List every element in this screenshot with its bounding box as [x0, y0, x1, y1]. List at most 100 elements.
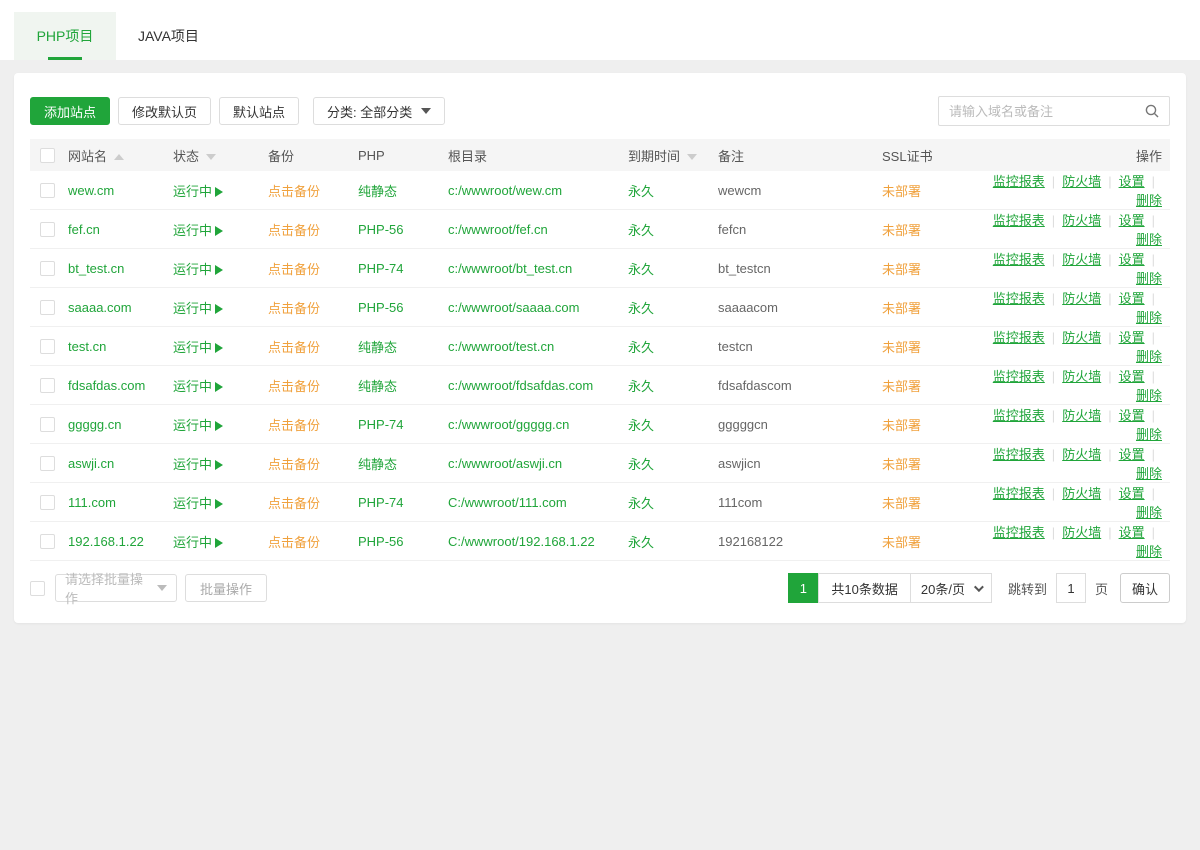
action-link-settings[interactable]: 设置: [1119, 525, 1145, 540]
ssl-status-link[interactable]: 未部署: [882, 184, 921, 199]
bulk-action-select[interactable]: 请选择批量操作: [55, 574, 177, 602]
php-version-link[interactable]: 纯静态: [358, 457, 397, 472]
action-link-delete[interactable]: 删除: [1136, 427, 1162, 442]
expire-time-link[interactable]: 永久: [628, 223, 654, 238]
backup-link[interactable]: 点击备份: [268, 340, 320, 355]
backup-link[interactable]: 点击备份: [268, 184, 320, 199]
action-link-firewall[interactable]: 防火墙: [1062, 525, 1101, 540]
add-site-button[interactable]: 添加站点: [30, 97, 110, 125]
action-link-delete[interactable]: 删除: [1136, 505, 1162, 520]
expire-time-link[interactable]: 永久: [628, 379, 654, 394]
ssl-status-link[interactable]: 未部署: [882, 418, 921, 433]
site-name-link[interactable]: saaaa.com: [68, 300, 132, 315]
ssl-status-link[interactable]: 未部署: [882, 223, 921, 238]
action-link-delete[interactable]: 删除: [1136, 544, 1162, 559]
php-version-link[interactable]: PHP-74: [358, 417, 404, 432]
php-version-link[interactable]: PHP-56: [358, 222, 404, 237]
tab-java-project[interactable]: JAVA项目: [116, 12, 221, 60]
action-link-settings[interactable]: 设置: [1119, 330, 1145, 345]
php-version-link[interactable]: PHP-74: [358, 495, 404, 510]
row-checkbox[interactable]: [40, 417, 55, 432]
site-status-running[interactable]: 运行中: [173, 340, 223, 355]
action-link-firewall[interactable]: 防火墙: [1062, 252, 1101, 267]
expire-time-link[interactable]: 永久: [628, 457, 654, 472]
site-name-link[interactable]: aswji.cn: [68, 456, 114, 471]
site-status-running[interactable]: 运行中: [173, 496, 223, 511]
site-status-running[interactable]: 运行中: [173, 223, 223, 238]
row-checkbox[interactable]: [40, 378, 55, 393]
site-name-link[interactable]: 111.com: [68, 495, 116, 510]
action-link-monitor-report[interactable]: 监控报表: [993, 174, 1045, 189]
modify-default-page-button[interactable]: 修改默认页: [118, 97, 211, 125]
action-link-delete[interactable]: 删除: [1136, 271, 1162, 286]
site-name-link[interactable]: fdsafdas.com: [68, 378, 145, 393]
action-link-settings[interactable]: 设置: [1119, 447, 1145, 462]
site-status-running[interactable]: 运行中: [173, 184, 223, 199]
remark-text[interactable]: aswjicn: [718, 456, 761, 471]
ssl-status-link[interactable]: 未部署: [882, 535, 921, 550]
backup-link[interactable]: 点击备份: [268, 262, 320, 277]
action-link-monitor-report[interactable]: 监控报表: [993, 252, 1045, 267]
action-link-settings[interactable]: 设置: [1119, 174, 1145, 189]
backup-link[interactable]: 点击备份: [268, 496, 320, 511]
action-link-monitor-report[interactable]: 监控报表: [993, 291, 1045, 306]
ssl-status-link[interactable]: 未部署: [882, 379, 921, 394]
default-site-button[interactable]: 默认站点: [219, 97, 299, 125]
action-link-monitor-report[interactable]: 监控报表: [993, 525, 1045, 540]
backup-link[interactable]: 点击备份: [268, 379, 320, 394]
site-status-running[interactable]: 运行中: [173, 418, 223, 433]
action-link-settings[interactable]: 设置: [1119, 213, 1145, 228]
remark-text[interactable]: 111com: [718, 495, 762, 510]
root-dir-link[interactable]: c:/wwwroot/ggggg.cn: [448, 417, 569, 432]
expire-time-link[interactable]: 永久: [628, 418, 654, 433]
ssl-status-link[interactable]: 未部署: [882, 496, 921, 511]
action-link-delete[interactable]: 删除: [1136, 310, 1162, 325]
action-link-delete[interactable]: 删除: [1136, 193, 1162, 208]
jump-page-input[interactable]: [1056, 573, 1086, 603]
category-filter-dropdown[interactable]: 分类: 全部分类: [313, 97, 445, 125]
ssl-status-link[interactable]: 未部署: [882, 340, 921, 355]
header-site-name[interactable]: 网站名: [62, 139, 167, 171]
row-checkbox[interactable]: [40, 339, 55, 354]
remark-text[interactable]: fdsafdascom: [718, 378, 792, 393]
ssl-status-link[interactable]: 未部署: [882, 457, 921, 472]
row-checkbox[interactable]: [40, 495, 55, 510]
backup-link[interactable]: 点击备份: [268, 301, 320, 316]
action-link-firewall[interactable]: 防火墙: [1062, 213, 1101, 228]
site-status-running[interactable]: 运行中: [173, 262, 223, 277]
remark-text[interactable]: testcn: [718, 339, 753, 354]
php-version-link[interactable]: 纯静态: [358, 340, 397, 355]
site-name-link[interactable]: ggggg.cn: [68, 417, 122, 432]
root-dir-link[interactable]: C:/wwwroot/192.168.1.22: [448, 534, 595, 549]
site-status-running[interactable]: 运行中: [173, 301, 223, 316]
action-link-monitor-report[interactable]: 监控报表: [993, 213, 1045, 228]
tab-php-project[interactable]: PHP项目: [14, 12, 116, 60]
site-name-link[interactable]: fef.cn: [68, 222, 100, 237]
remark-text[interactable]: 192168122: [718, 534, 783, 549]
action-link-monitor-report[interactable]: 监控报表: [993, 408, 1045, 423]
php-version-link[interactable]: PHP-56: [358, 534, 404, 549]
remark-text[interactable]: bt_testcn: [718, 261, 771, 276]
action-link-firewall[interactable]: 防火墙: [1062, 174, 1101, 189]
row-checkbox[interactable]: [40, 300, 55, 315]
site-status-running[interactable]: 运行中: [173, 457, 223, 472]
page-number-button[interactable]: 1: [788, 573, 818, 603]
action-link-monitor-report[interactable]: 监控报表: [993, 447, 1045, 462]
action-link-settings[interactable]: 设置: [1119, 369, 1145, 384]
action-link-settings[interactable]: 设置: [1119, 486, 1145, 501]
expire-time-link[interactable]: 永久: [628, 184, 654, 199]
header-status[interactable]: 状态: [167, 139, 262, 171]
backup-link[interactable]: 点击备份: [268, 418, 320, 433]
action-link-delete[interactable]: 删除: [1136, 466, 1162, 481]
expire-time-link[interactable]: 永久: [628, 262, 654, 277]
site-status-running[interactable]: 运行中: [173, 535, 223, 550]
root-dir-link[interactable]: c:/wwwroot/bt_test.cn: [448, 261, 572, 276]
bulk-action-button[interactable]: 批量操作: [185, 574, 267, 602]
row-checkbox[interactable]: [40, 261, 55, 276]
action-link-monitor-report[interactable]: 监控报表: [993, 330, 1045, 345]
php-version-link[interactable]: 纯静态: [358, 379, 397, 394]
ssl-status-link[interactable]: 未部署: [882, 301, 921, 316]
php-version-link[interactable]: 纯静态: [358, 184, 397, 199]
select-all-checkbox[interactable]: [40, 148, 55, 163]
action-link-settings[interactable]: 设置: [1119, 408, 1145, 423]
